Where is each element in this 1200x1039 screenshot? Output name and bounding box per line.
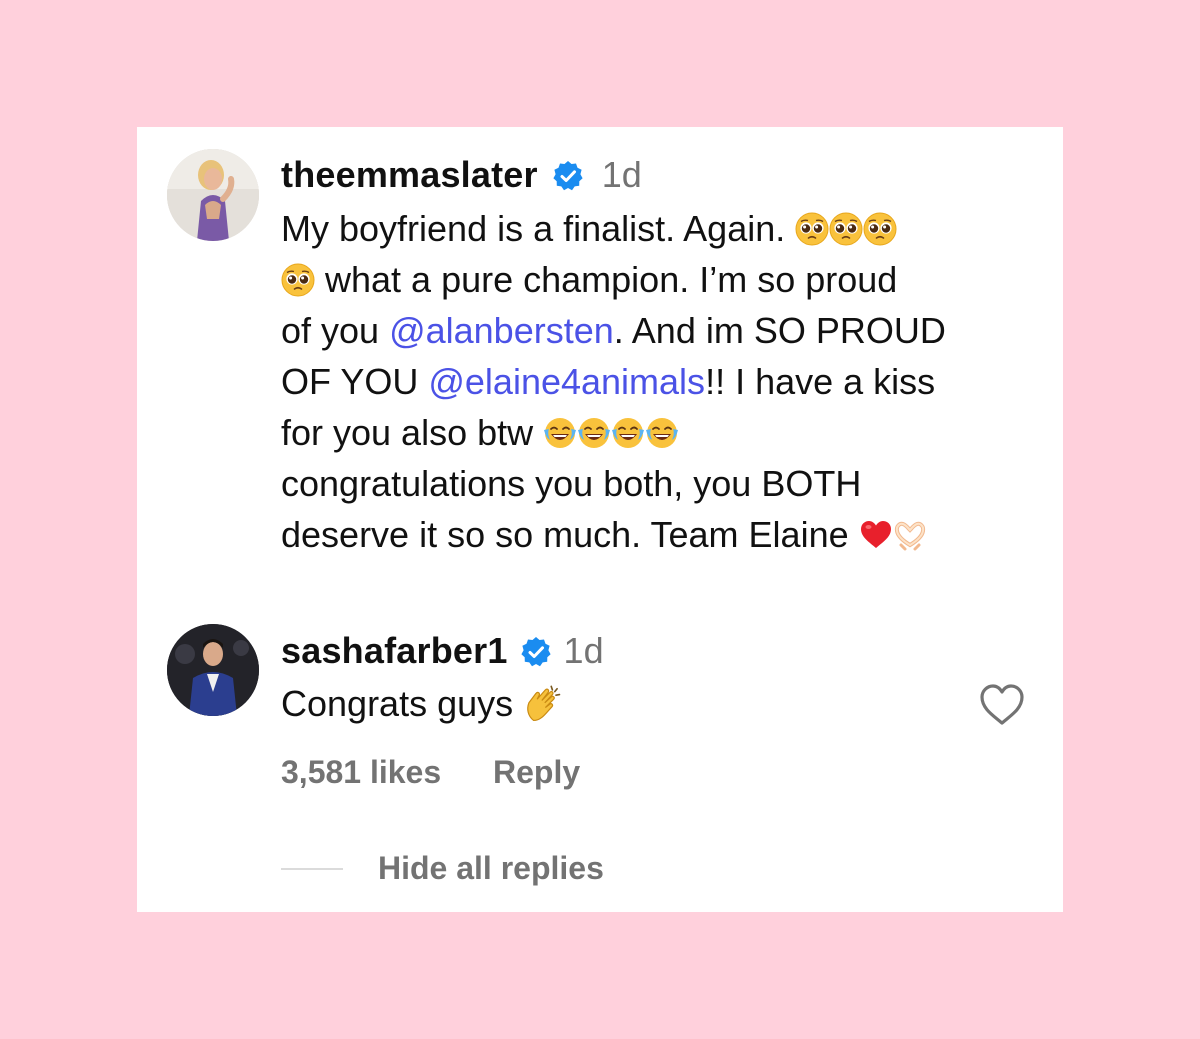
- comment-time: 1d: [601, 154, 642, 195]
- hide-replies-button[interactable]: Hide all replies: [378, 850, 604, 887]
- tears-of-joy-emoji: [611, 416, 645, 450]
- comment-line-6: congratulations you both, you BOTH: [281, 463, 862, 504]
- pleading-face-emoji: [281, 263, 315, 297]
- divider-line: [281, 868, 343, 870]
- comment-line-1: My boyfriend is a finalist. Again.: [281, 203, 946, 254]
- likes-count[interactable]: 3,581 likes: [281, 754, 441, 791]
- avatar-theemmaslater[interactable]: [167, 149, 259, 241]
- reply-text: Congrats guys: [281, 678, 563, 729]
- heart-outline-icon: [980, 684, 1024, 725]
- avatar-sashafarber1[interactable]: [167, 624, 259, 716]
- comment-username[interactable]: theemmaslater: [281, 154, 538, 196]
- tears-of-joy-emoji: [577, 416, 611, 450]
- tears-of-joy-emoji: [645, 416, 679, 450]
- pleading-face-emoji: [795, 212, 829, 246]
- pleading-face-emoji: [863, 212, 897, 246]
- verified-badge-icon: [520, 635, 552, 667]
- mention-elaine4animals[interactable]: @elaine4animals: [428, 361, 705, 402]
- comment-header: theemmaslater 1d: [281, 154, 642, 196]
- verified-badge-icon: [552, 159, 584, 191]
- tears-of-joy-emoji: [543, 416, 577, 450]
- comment-text: My boyfriend is a finalist. Again. what …: [281, 203, 946, 560]
- comment-line-3: of you @alanbersten. And im SO PROUD: [281, 310, 946, 351]
- comment-card: theemmaslater 1d My boyfriend is a final…: [137, 127, 1063, 912]
- like-button[interactable]: [978, 683, 1026, 727]
- mention-alanbersten[interactable]: @alanbersten: [389, 310, 614, 351]
- reply-button[interactable]: Reply: [493, 754, 580, 791]
- heart-hands-emoji: [893, 518, 927, 552]
- reply-time: 1d: [563, 630, 604, 671]
- comment-line-2: what a pure champion. I’m so proud: [281, 254, 946, 305]
- pleading-face-emoji: [829, 212, 863, 246]
- reply-header: sashafarber1 1d: [281, 630, 604, 672]
- comment-line-7: deserve it so so much. Team Elaine: [281, 509, 946, 560]
- reply-username[interactable]: sashafarber1: [281, 630, 508, 672]
- comment-line-4: OF YOU @elaine4animals!! I have a kiss: [281, 361, 936, 402]
- comment-line-5: for you also btw: [281, 407, 946, 458]
- red-heart-emoji: [859, 518, 893, 552]
- clapping-hands-emoji: [523, 684, 563, 724]
